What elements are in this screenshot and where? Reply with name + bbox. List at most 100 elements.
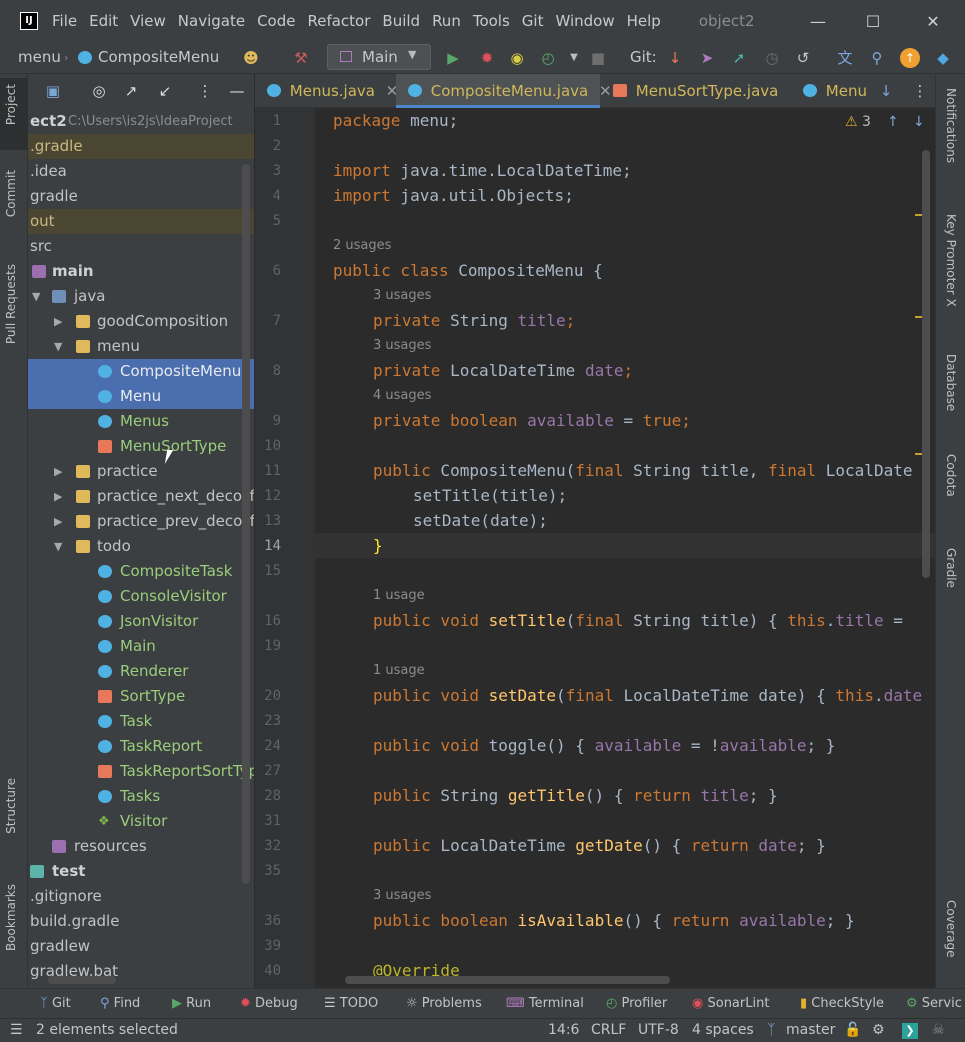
tab-commit[interactable]: Commit — [4, 170, 18, 217]
tree-row[interactable]: ▶ practice — [28, 459, 254, 484]
run-icon[interactable]: ▶ — [442, 47, 464, 69]
menu-refactor[interactable]: Refactor — [307, 12, 370, 30]
chevron-down-icon[interactable]: ▼ — [54, 534, 62, 559]
history-icon[interactable]: ◷ — [761, 47, 783, 69]
menu-build[interactable]: Build — [382, 12, 420, 30]
terminal-status-icon[interactable]: ❯ — [902, 1023, 918, 1039]
tree-row[interactable]: ▶ goodComposition — [28, 309, 254, 334]
tool-services[interactable]: ⚙ Servic — [906, 996, 962, 1011]
tab-key-promoter[interactable]: Key Promoter X — [944, 214, 958, 307]
tree-row[interactable]: SortType — [28, 684, 254, 709]
tree-row-selected[interactable]: Menu — [28, 384, 254, 409]
usages-hint[interactable]: 1 usage — [373, 588, 425, 603]
app-logo-icon[interactable]: IJ — [20, 12, 38, 30]
stop-icon[interactable]: ■ — [587, 47, 609, 69]
menu-code[interactable]: Code — [257, 12, 295, 30]
tree-row[interactable]: ▼ menu — [28, 334, 254, 359]
minimize-icon[interactable]: — — [790, 0, 846, 42]
chevron-down-icon[interactable]: ▼ — [32, 284, 40, 309]
file-encoding[interactable]: UTF-8 — [638, 1022, 679, 1038]
tab-compositemenu-java[interactable]: CompositeMenu.java ✕ — [396, 74, 612, 108]
tree-row[interactable]: ConsoleVisitor — [28, 584, 254, 609]
tree-row[interactable]: ❖ Visitor — [28, 809, 254, 834]
tree-row[interactable]: TaskReportSortType — [28, 759, 254, 784]
coverage-run-icon[interactable]: ◉ — [506, 47, 528, 69]
menu-git[interactable]: Git — [522, 12, 544, 30]
chevron-right-icon[interactable]: ▶ — [54, 309, 62, 334]
git-update-icon[interactable]: ↓ — [664, 47, 686, 69]
menu-window[interactable]: Window — [555, 12, 614, 30]
usages-hint[interactable]: 3 usages — [373, 888, 431, 903]
code-editor[interactable]: ⚠ 3 ↑ ↓ package menu; import java.time.L… — [315, 108, 935, 988]
collapse-all-icon[interactable]: ↙ — [154, 80, 176, 102]
tree-row[interactable]: ▼ todo — [28, 534, 254, 559]
tree-row[interactable]: ▶ practice_next_deco_for_ — [28, 484, 254, 509]
project-view-icon[interactable]: ▣ — [42, 80, 64, 102]
expand-all-icon[interactable]: ↗ — [120, 80, 142, 102]
menu-edit[interactable]: Edit — [89, 12, 118, 30]
tab-database[interactable]: Database — [944, 354, 958, 411]
tree-row[interactable]: Menus — [28, 409, 254, 434]
maximize-icon[interactable]: ☐ — [845, 0, 901, 42]
chevron-right-icon[interactable]: ▶ — [54, 484, 62, 509]
project-hscrollbar[interactable] — [48, 976, 116, 984]
line-separator[interactable]: CRLF — [591, 1022, 626, 1038]
debug-icon[interactable]: ✹ — [476, 47, 498, 69]
tree-row[interactable]: MenuSortType — [28, 434, 254, 459]
prev-highlight-icon[interactable]: ↑ — [887, 114, 899, 130]
caret-position[interactable]: 14:6 — [548, 1022, 579, 1038]
git-push-icon[interactable]: ➚ — [728, 47, 750, 69]
tree-row[interactable]: resources — [28, 834, 254, 859]
chevron-right-icon[interactable]: ▶ — [54, 509, 62, 534]
select-opened-file-icon[interactable]: ◎ — [88, 80, 110, 102]
translate-icon[interactable]: 文 — [834, 47, 856, 69]
indent-setting[interactable]: 4 spaces — [692, 1022, 754, 1038]
search-icon[interactable]: ⚲ — [866, 47, 888, 69]
menu-file[interactable]: File — [52, 12, 77, 30]
tree-row[interactable]: gradle — [28, 184, 254, 209]
notification-icon[interactable]: ☠ — [932, 1022, 945, 1038]
usages-hint[interactable]: 1 usage — [373, 663, 425, 678]
tabs-overflow-icon[interactable]: ↓ — [875, 80, 897, 102]
editor-hscrollbar[interactable] — [345, 976, 670, 984]
project-scrollbar[interactable] — [242, 164, 250, 884]
tree-root[interactable]: ect2 C:\Users\is2js\IdeaProject — [28, 109, 254, 134]
git-branch[interactable]: master — [786, 1022, 835, 1038]
users-icon[interactable]: ☻ — [240, 47, 262, 69]
usages-hint[interactable]: 4 usages — [373, 388, 431, 403]
git-commit-icon[interactable]: ➤ — [696, 47, 718, 69]
menu-help[interactable]: Help — [627, 12, 661, 30]
tab-pull-requests[interactable]: Pull Requests — [4, 264, 18, 344]
tree-row[interactable]: JsonVisitor — [28, 609, 254, 634]
warning-indicator[interactable]: ⚠ 3 — [845, 114, 871, 130]
update-ide-icon[interactable]: ↑ — [900, 48, 920, 68]
breadcrumb-compositemenu[interactable]: CompositeMenu — [98, 48, 219, 66]
tool-sonarlint[interactable]: ◉ SonarLint — [692, 996, 769, 1011]
close-window-icon[interactable]: ✕ — [905, 0, 961, 42]
options-icon[interactable]: ⋮ — [194, 80, 216, 102]
tree-row[interactable]: out — [28, 209, 254, 234]
tree-row[interactable]: gradlew — [28, 934, 254, 959]
tab-menu[interactable]: Menu — [791, 74, 871, 108]
tree-row[interactable]: .idea — [28, 159, 254, 184]
tree-row[interactable]: ▶ practice_prev_deco_for_ — [28, 509, 254, 534]
tree-row[interactable]: test — [28, 859, 254, 884]
more-run-chevron-icon[interactable]: ▼ — [563, 47, 585, 69]
editor-vscrollbar[interactable] — [922, 150, 930, 578]
settings-icon[interactable]: ⚙ — [872, 1022, 885, 1038]
tool-problems[interactable]: ☼ Problems — [406, 996, 482, 1011]
usages-hint[interactable]: 3 usages — [373, 288, 431, 303]
tab-codota[interactable]: Codota — [944, 454, 958, 497]
menu-tools[interactable]: Tools — [473, 12, 510, 30]
tab-structure[interactable]: Structure — [4, 778, 18, 834]
tree-row[interactable]: Renderer — [28, 659, 254, 684]
next-highlight-icon[interactable]: ↓ — [913, 114, 925, 130]
tree-row[interactable]: main — [28, 259, 254, 284]
tree-row[interactable]: build.gradle — [28, 909, 254, 934]
tab-menus-java[interactable]: Menus.java ✕ — [255, 74, 398, 108]
tree-row[interactable]: src — [28, 234, 254, 259]
tree-row[interactable]: Tasks — [28, 784, 254, 809]
menu-navigate[interactable]: Navigate — [178, 12, 245, 30]
tab-coverage[interactable]: Coverage — [944, 900, 958, 958]
tree-row[interactable]: .gitignore — [28, 884, 254, 909]
